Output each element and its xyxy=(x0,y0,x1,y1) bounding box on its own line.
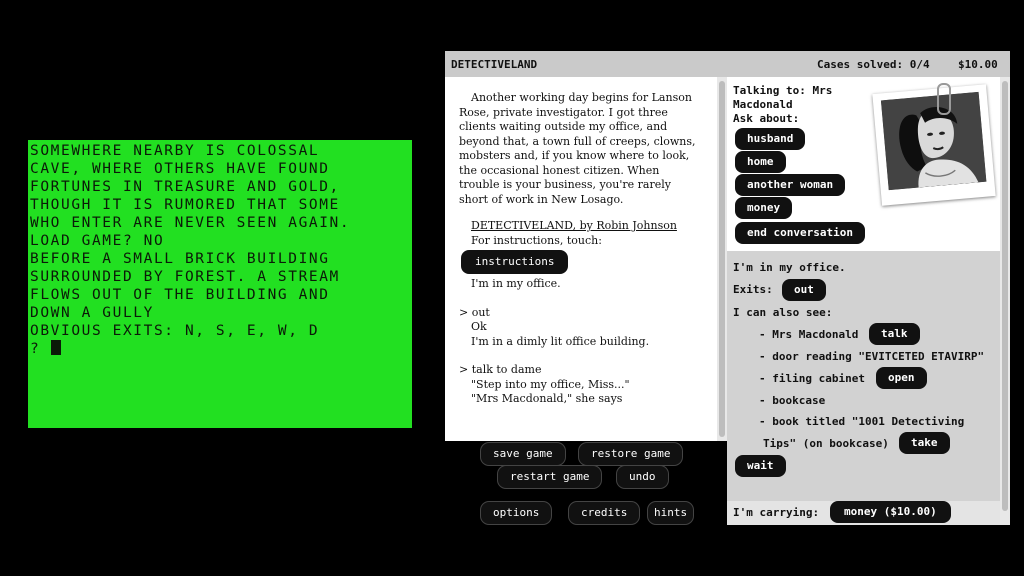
retro-line: LOAD GAME? NO xyxy=(30,233,165,249)
dialogue-line: "Mrs Macdonald," she says xyxy=(471,392,623,405)
paperclip-icon xyxy=(937,83,951,115)
retro-terminal-screen: SOMEWHERE NEARBY IS COLOSSAL CAVE, WHERE… xyxy=(28,140,412,428)
retro-line: CAVE, WHERE OTHERS HAVE FOUND xyxy=(30,161,330,177)
credit-title: DETECTIVELAND, by Robin Johnson xyxy=(471,219,677,232)
header-bar: DETECTIVELAND Cases solved: 0/4 $10.00 xyxy=(445,51,1010,77)
transcript-scrollbar[interactable] xyxy=(717,77,727,441)
wait-button[interactable]: wait xyxy=(735,455,786,477)
also-see-label: I can also see: xyxy=(733,306,833,319)
retro-line: FORTUNES IN TREASURE AND GOLD, xyxy=(30,179,340,195)
open-button[interactable]: open xyxy=(876,367,927,389)
scrollbar-thumb[interactable] xyxy=(719,81,725,437)
item-bookcase: - bookcase xyxy=(759,394,826,407)
command-echo: > talk to dame xyxy=(459,363,542,376)
retro-line: OBVIOUS EXITS: N, S, E, W, D xyxy=(30,323,320,339)
character-photo xyxy=(872,84,996,206)
inventory-item-money[interactable]: money ($10.00) xyxy=(830,501,951,523)
transcript-location: I'm in my office. xyxy=(471,277,561,290)
transcript-panel: Another working day begins for Lanson Ro… xyxy=(445,77,717,441)
exit-out-button[interactable]: out xyxy=(782,279,826,301)
credits-button[interactable]: credits xyxy=(569,502,640,524)
item-book: - book titled "1001 Detectiving xyxy=(759,415,965,428)
conversation-panel: Talking to: Mrs Macdonald Ask about: hus… xyxy=(727,77,1000,251)
retro-line: BEFORE A SMALL BRICK BUILDING xyxy=(30,251,330,267)
status-scrollbar[interactable] xyxy=(1000,77,1010,525)
text-cursor xyxy=(50,340,61,355)
retro-input-line[interactable]: ? xyxy=(30,340,410,358)
command-response: Ok xyxy=(471,320,487,333)
take-button[interactable]: take xyxy=(899,432,950,454)
inventory-bar: I'm carrying: money ($10.00) xyxy=(727,501,1000,525)
topic-home-button[interactable]: home xyxy=(735,151,786,173)
restart-game-button[interactable]: restart game xyxy=(498,466,602,488)
undo-button[interactable]: undo xyxy=(617,466,668,488)
item-book-location: Tips" (on bookcase) xyxy=(763,437,889,450)
dialogue-line: "Step into my office, Miss..." xyxy=(471,377,630,391)
ask-about-label: Ask about: xyxy=(733,112,800,125)
hints-button[interactable]: hints xyxy=(648,502,694,524)
retro-line: WHO ENTER ARE NEVER SEEN AGAIN. xyxy=(30,215,351,231)
topic-money-button[interactable]: money xyxy=(735,197,793,219)
restore-game-button[interactable]: restore game xyxy=(579,443,683,465)
room-location: I'm in my office. xyxy=(733,261,846,274)
money-counter: $10.00 xyxy=(958,58,998,71)
item-filing-cabinet: - filing cabinet xyxy=(759,372,865,385)
retro-prompt: ? xyxy=(30,341,51,357)
instructions-button[interactable]: instructions xyxy=(461,250,569,274)
carrying-label: I'm carrying: xyxy=(733,506,820,519)
portrait-image xyxy=(880,91,987,191)
room-description: I'm in my office. Exits: out I can also … xyxy=(727,251,1000,483)
cases-solved: Cases solved: 0/4 xyxy=(817,58,930,71)
save-game-button[interactable]: save game xyxy=(481,443,565,465)
game-title: DETECTIVELAND xyxy=(451,58,538,71)
talking-to-label: Talking to: Mrs Macdonald xyxy=(733,84,833,111)
retro-line: FLOWS OUT OF THE BUILDING AND xyxy=(30,287,330,303)
command-echo: > out xyxy=(459,305,490,319)
retro-line: DOWN A GULLY xyxy=(30,305,154,321)
intro-text: Another working day begins for Lanson Ro… xyxy=(459,91,696,206)
command-response: I'm in a dimly lit office building. xyxy=(471,334,650,348)
scrollbar-thumb[interactable] xyxy=(1002,81,1008,511)
item-door: - door reading "EVITCETED ETAVIRP" xyxy=(759,350,985,363)
topic-another-woman-button[interactable]: another woman xyxy=(735,174,846,196)
exits-label: Exits: xyxy=(733,283,773,296)
retro-line: THOUGH IT IS RUMORED THAT SOME xyxy=(30,197,340,213)
status-panel: Talking to: Mrs Macdonald Ask about: hus… xyxy=(727,77,1010,525)
options-button[interactable]: options xyxy=(481,502,552,524)
instructions-prompt: For instructions, touch: xyxy=(471,233,602,247)
item-mrs-macdonald: - Mrs Macdonald xyxy=(759,328,859,341)
topic-husband-button[interactable]: husband xyxy=(735,128,806,150)
retro-line: SURROUNDED BY FOREST. A STREAM xyxy=(30,269,340,285)
end-conversation-button[interactable]: end conversation xyxy=(735,222,865,244)
retro-line: SOMEWHERE NEARBY IS COLOSSAL xyxy=(30,143,320,159)
talk-button[interactable]: talk xyxy=(869,323,920,345)
detectiveland-window: DETECTIVELAND Cases solved: 0/4 $10.00 A… xyxy=(445,51,1010,525)
